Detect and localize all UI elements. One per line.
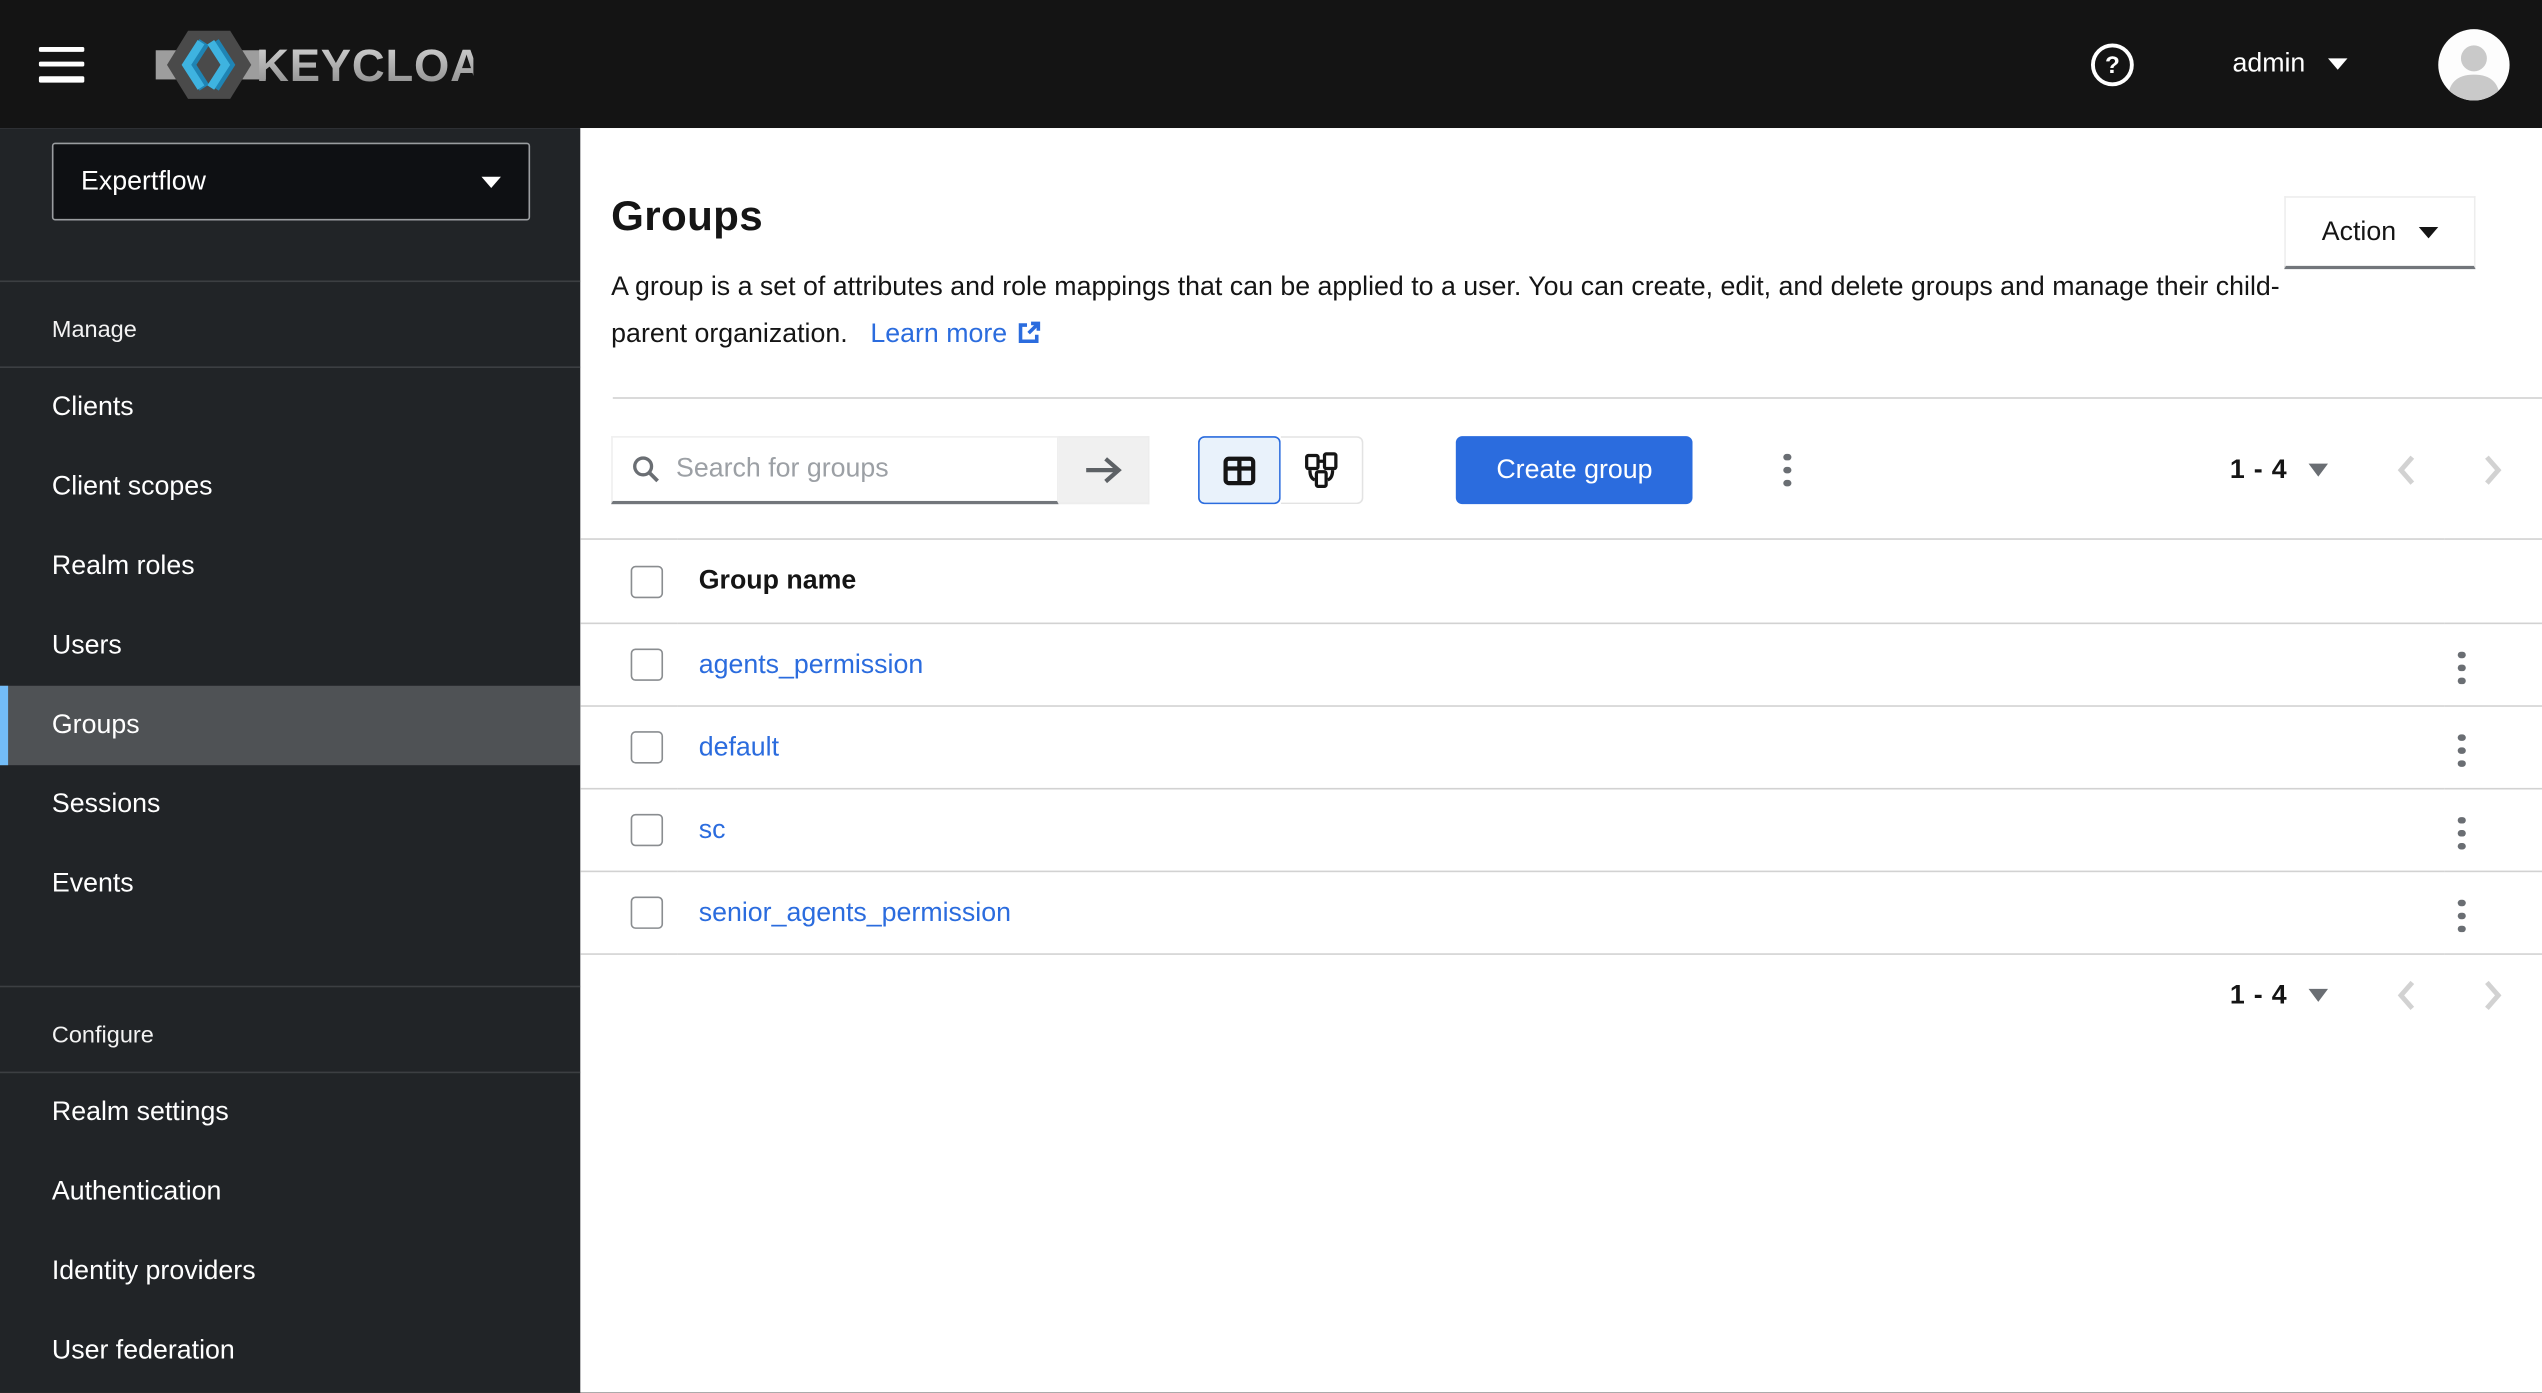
create-group-button[interactable]: Create group	[1455, 436, 1694, 505]
row-kebab-button[interactable]	[2445, 641, 2478, 694]
nav-section-configure: Configure Realm settings Authentication …	[0, 985, 581, 1391]
sidebar-item-users[interactable]: Users	[0, 606, 580, 685]
realm-name: Expertflow	[81, 166, 206, 196]
chevron-down-icon	[2308, 988, 2329, 1002]
row-checkbox[interactable]	[630, 731, 664, 764]
search-submit-button[interactable]	[1058, 436, 1150, 505]
select-all-checkbox[interactable]	[630, 564, 664, 598]
pagination-range-dropdown[interactable]: 1 - 4	[2229, 454, 2329, 486]
row-checkbox[interactable]	[630, 896, 664, 929]
chevron-right-icon	[2485, 980, 2502, 1010]
page-title: Groups	[611, 191, 764, 240]
sidebar-item-realm-roles[interactable]: Realm roles	[0, 527, 580, 606]
group-name-header: Group name	[698, 565, 857, 595]
sidebar-item-client-scopes[interactable]: Client scopes	[0, 447, 580, 526]
realm-selector[interactable]: Expertflow	[51, 142, 531, 221]
next-page-button[interactable]	[2484, 454, 2503, 486]
row-kebab-button[interactable]	[2445, 889, 2478, 942]
sidebar-item-user-federation[interactable]: User federation	[0, 1312, 580, 1391]
chevron-down-icon	[2418, 226, 2439, 238]
table-row: senior_agents_permission	[580, 871, 2542, 955]
groups-table: Group name agents_permission default sc …	[580, 538, 2542, 955]
hamburger-icon	[38, 46, 85, 52]
main-content: Groups A group is a set of attributes an…	[580, 128, 2542, 1393]
person-icon	[2447, 44, 2500, 100]
sidebar-item-sessions[interactable]: Sessions	[0, 765, 580, 844]
arrow-right-icon	[1085, 457, 1122, 484]
action-dropdown-button[interactable]: Action	[2284, 196, 2476, 270]
group-link[interactable]: default	[678, 732, 779, 763]
kebab-icon	[2457, 816, 2466, 824]
row-checkbox[interactable]	[630, 648, 664, 681]
page-description: A group is a set of attributes and role …	[611, 272, 2280, 349]
toolbar-kebab-button[interactable]	[1771, 444, 1804, 497]
brand-text: KEYCLOAK	[256, 39, 473, 90]
user-menu-dropdown[interactable]: admin	[2232, 48, 2348, 80]
next-page-button[interactable]	[2484, 979, 2503, 1011]
table-row: sc	[580, 789, 2542, 872]
avatar[interactable]	[2438, 28, 2510, 100]
group-link[interactable]: agents_permission	[678, 649, 924, 680]
tree-view-toggle[interactable]	[1280, 436, 1364, 505]
kebab-icon	[2457, 733, 2466, 741]
pagination-bottom: 1 - 4	[580, 955, 2542, 1012]
help-button[interactable]: ?	[2090, 41, 2135, 86]
table-view-icon	[1223, 455, 1256, 485]
pagination-range: 1 - 4	[2229, 454, 2288, 484]
nav-section-title: Manage	[51, 317, 137, 344]
sidebar-item-realm-settings[interactable]: Realm settings	[0, 1073, 580, 1152]
previous-page-button[interactable]	[2396, 454, 2415, 486]
sidebar: Expertflow Manage Clients Client scopes …	[0, 128, 581, 1393]
search-icon	[633, 456, 659, 483]
nav-section-title: Configure	[51, 1022, 154, 1049]
chevron-down-icon	[481, 175, 501, 188]
masthead-utilities: ? admin	[2090, 28, 2510, 100]
keycloak-logo[interactable]: KEYCLOAK	[155, 25, 473, 103]
table-row: default	[580, 706, 2542, 789]
chevron-right-icon	[2485, 455, 2502, 485]
external-link-icon	[1019, 321, 1041, 344]
search-group	[611, 436, 1150, 505]
sidebar-item-events[interactable]: Events	[0, 845, 580, 924]
chevron-down-icon	[2328, 58, 2348, 70]
learn-more-link[interactable]: Learn more	[870, 319, 1042, 349]
group-link[interactable]: sc	[678, 815, 726, 846]
search-input[interactable]	[676, 453, 1045, 485]
chevron-down-icon	[2308, 463, 2329, 477]
view-toggle-group	[1198, 436, 1364, 505]
svg-text:?: ?	[2105, 51, 2120, 78]
pagination-range: 1 - 4	[2229, 980, 2288, 1010]
toolbar: Create group 1 - 4	[580, 399, 2542, 538]
table-view-toggle[interactable]	[1198, 436, 1281, 505]
chevron-left-icon	[2397, 455, 2415, 485]
page-header: Groups A group is a set of attributes an…	[580, 128, 2542, 397]
kebab-icon	[1783, 453, 1792, 461]
sidebar-item-identity-providers[interactable]: Identity providers	[0, 1232, 580, 1311]
sidebar-item-clients[interactable]: Clients	[0, 368, 580, 447]
username: admin	[2232, 48, 2306, 78]
masthead: KEYCLOAK ? admin	[0, 0, 2542, 129]
kebab-icon	[2457, 898, 2466, 907]
row-kebab-button[interactable]	[2445, 807, 2478, 860]
tree-view-icon	[1305, 452, 1338, 488]
pagination-top: 1 - 4	[2230, 454, 2503, 486]
row-checkbox[interactable]	[630, 813, 664, 847]
sidebar-item-groups[interactable]: Groups	[0, 685, 581, 766]
kebab-icon	[2457, 650, 2466, 659]
help-icon: ?	[2091, 42, 2134, 86]
keycloak-admin-console: KEYCLOAK ? admin Ex	[0, 0, 2542, 1393]
sidebar-item-authentication[interactable]: Authentication	[0, 1153, 580, 1232]
chevron-left-icon	[2397, 980, 2415, 1010]
pagination-range-dropdown[interactable]: 1 - 4	[2229, 980, 2329, 1011]
keycloak-logo-icon: KEYCLOAK	[155, 29, 473, 99]
group-link[interactable]: senior_agents_permission	[678, 897, 1011, 928]
table-row: agents_permission	[580, 623, 2542, 707]
nav-toggle-button[interactable]	[38, 46, 85, 82]
previous-page-button[interactable]	[2396, 979, 2415, 1011]
table-header-row: Group name	[580, 539, 2542, 624]
nav-section-manage: Manage Clients Client scopes Realm roles…	[0, 280, 581, 924]
row-kebab-button[interactable]	[2445, 724, 2478, 777]
